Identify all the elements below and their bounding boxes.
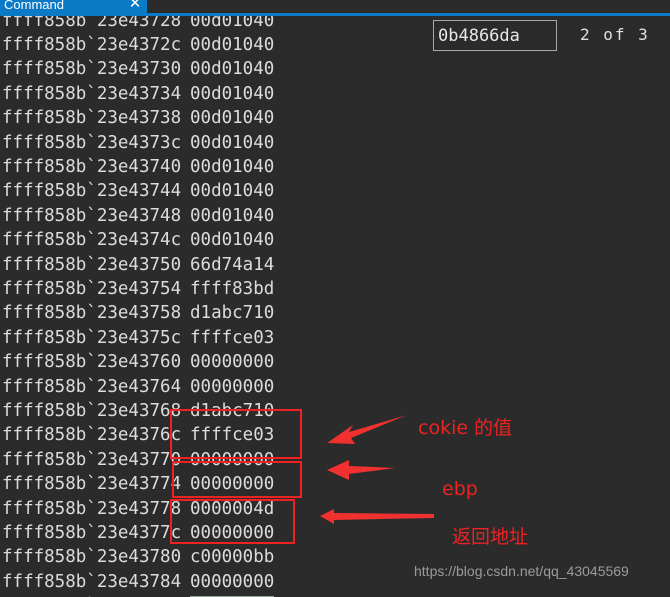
table-row[interactable]: ffff858b`23e43754 ffff83bd xyxy=(0,279,420,303)
memory-address: ffff858b`23e43770 xyxy=(2,449,182,470)
memory-address: ffff858b`23e4376c xyxy=(2,425,182,446)
memory-value: 00d01040 xyxy=(190,156,275,177)
table-row[interactable]: ffff858b`23e43740 00d01040 xyxy=(0,157,420,181)
table-row[interactable]: ffff858b`23e43784 00000000 xyxy=(0,572,420,596)
memory-listing[interactable]: ffff858b`23e43728 00d01040 ffff858b`23e437… xyxy=(0,16,670,597)
table-row[interactable]: ffff858b`23e43774 00000000 xyxy=(0,474,420,498)
memory-value: d1abc710 xyxy=(190,400,275,421)
memory-value: 00d01040 xyxy=(190,83,275,104)
memory-value: 00d01040 xyxy=(190,205,275,226)
memory-address: ffff858b`23e43754 xyxy=(2,278,182,299)
debugger-memory-window: ffff858b`23e43728 00d01040 ffff858b`23e437… xyxy=(0,0,670,597)
table-row[interactable]: ffff858b`23e43760 00000000 xyxy=(0,352,420,376)
memory-value: 00000000 xyxy=(190,474,275,495)
table-row[interactable]: ffff858b`23e43778 0000004d xyxy=(0,499,420,523)
memory-value: 00000000 xyxy=(190,571,275,592)
table-row[interactable]: ffff858b`23e43748 00d01040 xyxy=(0,206,420,230)
memory-value: ffffce03 xyxy=(190,425,275,446)
table-row[interactable]: ffff858b`23e43768 d1abc710 xyxy=(0,401,420,425)
tab-command-label: Command xyxy=(4,0,64,12)
table-row[interactable]: ffff858b`23e4376c ffffce03 xyxy=(0,425,420,449)
table-row[interactable]: ffff858b`23e43738 00d01040 xyxy=(0,108,420,132)
memory-address: ffff858b`23e43768 xyxy=(2,400,182,421)
find-box[interactable] xyxy=(433,20,557,51)
table-row[interactable]: ffff858b`23e43750 66d74a14 xyxy=(0,255,420,279)
table-row[interactable]: ffff858b`23e43764 00000000 xyxy=(0,377,420,401)
annotation-label-cookie: cokie 的值 xyxy=(418,417,513,439)
memory-address: ffff858b`23e4377c xyxy=(2,522,182,543)
table-row[interactable]: ffff858b`23e43758 d1abc710 xyxy=(0,303,420,327)
table-row[interactable]: ffff858b`23e4375c ffffce03 xyxy=(0,328,420,352)
memory-address: ffff858b`23e43740 xyxy=(2,156,182,177)
memory-address: ffff858b`23e43774 xyxy=(2,474,182,495)
table-row[interactable]: ffff858b`23e4373c 00d01040 xyxy=(0,133,420,157)
table-row[interactable]: ffff858b`23e43730 00d01040 xyxy=(0,59,420,83)
annotation-label-return-address: 返回地址 xyxy=(452,526,529,548)
memory-value: 00000000 xyxy=(190,376,275,397)
memory-value: 00000000 xyxy=(190,522,275,543)
memory-address: ffff858b`23e4373c xyxy=(2,132,182,153)
table-row[interactable]: ffff858b`23e43728 00d01040 xyxy=(0,16,420,35)
watermark: https://blog.csdn.net/qq_43045569 xyxy=(414,563,629,579)
memory-address: ffff858b`23e43750 xyxy=(2,254,182,275)
memory-value: 00d01040 xyxy=(190,34,275,55)
memory-value: 00d01040 xyxy=(190,16,275,31)
table-row[interactable]: ffff858b`23e43780 c00000bb xyxy=(0,547,420,571)
memory-value: 00d01040 xyxy=(190,132,275,153)
memory-address: ffff858b`23e43748 xyxy=(2,205,182,226)
memory-value: 0000004d xyxy=(190,498,275,519)
memory-address: ffff858b`23e43760 xyxy=(2,352,182,373)
memory-address: ffff858b`23e4372c xyxy=(2,34,182,55)
match-counter: 2 of 3 xyxy=(580,25,650,44)
memory-address: ffff858b`23e43758 xyxy=(2,303,182,324)
memory-value: 00000000 xyxy=(190,449,275,470)
memory-address: ffff858b`23e43778 xyxy=(2,498,182,519)
memory-address: ffff858b`23e43784 xyxy=(2,571,182,592)
table-row[interactable]: ffff858b`23e43744 00d01040 xyxy=(0,181,420,205)
memory-value: 00d01040 xyxy=(190,230,275,251)
memory-address: ffff858b`23e4374c xyxy=(2,230,182,251)
memory-value: ffffce03 xyxy=(190,327,275,348)
memory-value: c00000bb xyxy=(190,547,275,568)
memory-address: ffff858b`23e43734 xyxy=(2,83,182,104)
accent-divider xyxy=(0,13,670,16)
memory-value: 00d01040 xyxy=(190,59,275,80)
table-row[interactable]: ffff858b`23e4372c 00d01040 xyxy=(0,35,420,59)
search-input[interactable] xyxy=(434,21,556,50)
memory-value: 00000000 xyxy=(190,352,275,373)
annotation-label-ebp: ebp xyxy=(442,478,478,500)
table-row[interactable]: ffff858b`23e4374c 00d01040 xyxy=(0,230,420,254)
memory-address: ffff858b`23e43744 xyxy=(2,181,182,202)
memory-value: 00d01040 xyxy=(190,181,275,202)
memory-address: ffff858b`23e43764 xyxy=(2,376,182,397)
memory-value: 00d01040 xyxy=(190,108,275,129)
memory-address: ffff858b`23e43780 xyxy=(2,547,182,568)
table-row[interactable]: ffff858b`23e4377c 00000000 xyxy=(0,523,420,547)
memory-value: ffff83bd xyxy=(190,278,275,299)
memory-address: ffff858b`23e43730 xyxy=(2,59,182,80)
table-row[interactable]: ffff858b`23e43734 00d01040 xyxy=(0,84,420,108)
memory-address: ffff858b`23e43728 xyxy=(2,16,182,31)
table-row[interactable]: ffff858b`23e43770 00000000 xyxy=(0,450,420,474)
memory-address: ffff858b`23e43738 xyxy=(2,108,182,129)
memory-address: ffff858b`23e4375c xyxy=(2,327,182,348)
close-icon[interactable]: ✕ xyxy=(127,0,143,13)
memory-value: d1abc710 xyxy=(190,303,275,324)
memory-value: 66d74a14 xyxy=(190,254,275,275)
